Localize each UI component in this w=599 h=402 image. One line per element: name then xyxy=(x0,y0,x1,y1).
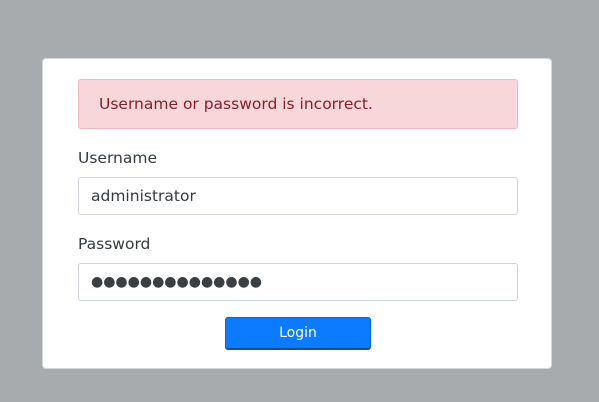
username-label: Username xyxy=(78,149,158,167)
error-message: Username or password is incorrect. xyxy=(99,95,373,113)
password-label: Password xyxy=(78,235,151,253)
login-button[interactable]: Login xyxy=(225,317,371,350)
username-input[interactable] xyxy=(78,177,518,215)
login-card: Username or password is incorrect. Usern… xyxy=(42,58,552,369)
error-alert: Username or password is incorrect. xyxy=(78,79,518,129)
password-input[interactable] xyxy=(78,263,518,301)
